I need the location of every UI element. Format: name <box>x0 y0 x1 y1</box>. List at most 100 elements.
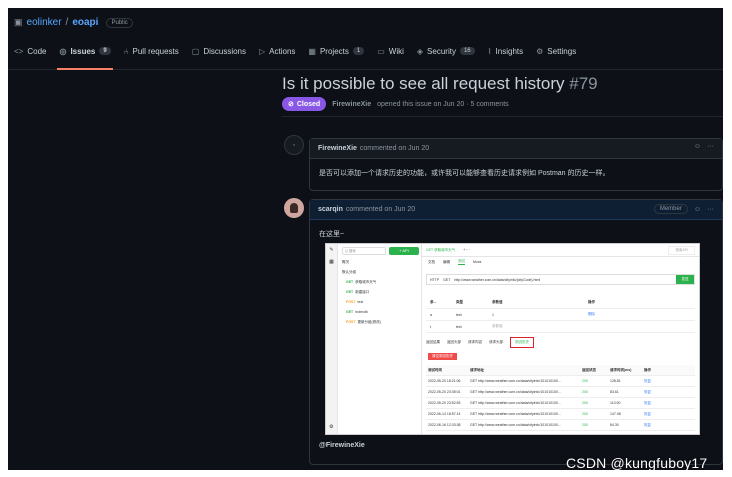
app-history-row: 2022-05-20 18:21:06 GET http://www.weathe… <box>426 376 695 387</box>
app-history-cell: GET http://www.weather.com.cn/data/cityi… <box>470 423 561 427</box>
app-subtab: 文档 <box>428 259 435 264</box>
comment-time[interactable]: commented on Jun 20 <box>346 206 415 213</box>
watermark: CSDN @kungfuboy17 <box>566 455 708 470</box>
app-subtabs: 文档 编辑 测试 Mock <box>422 257 699 267</box>
issue-state-label: Closed <box>296 100 321 108</box>
tab-label: Security <box>427 46 456 56</box>
avatar-firewinexie[interactable]: ◦ <box>284 135 304 155</box>
tab-icon: ⚙ <box>536 46 544 56</box>
tab-security[interactable]: ◈ Security 16 <box>417 44 475 58</box>
app-main-panel: GET 获取城市天气 + ··· 搜索API 文档 编辑 测试 Mock HTTP GET… <box>422 244 699 434</box>
issue-title-text: Is it possible to see all request histor… <box>282 74 565 93</box>
tab-label: Discussions <box>203 46 247 56</box>
emoji-reaction-icon[interactable]: ☺ <box>694 143 701 150</box>
more-options-icon[interactable]: ··· <box>707 143 714 150</box>
app-param-cell: 参数值 <box>492 324 503 328</box>
app-history-cell: GET http://www.weather.com.cn/data/cityi… <box>470 401 561 405</box>
app-param-row: a text 1 删除 <box>426 309 695 321</box>
app-result-tab: 测试历史 <box>510 337 534 348</box>
app-history-cell: 200 <box>582 379 588 383</box>
comment-body: 是否可以添加一个请求历史的功能，或许我可以能够查看历史请求例如 Postman … <box>319 170 610 177</box>
comment-header: FirewineXie commented on Jun 20 ☺ ··· <box>310 139 722 159</box>
app-history-cell: 恢复 <box>644 389 651 394</box>
tab-actions[interactable]: ▷ Actions <box>259 44 295 58</box>
tab-label: Insights <box>495 46 524 56</box>
app-param-header-cell: 操作 <box>588 300 595 304</box>
app-tab-bar: GET 获取城市天气 + ··· 搜索API <box>422 244 699 257</box>
comment-mention[interactable]: @FirewineXie <box>319 442 365 449</box>
tab-wiki[interactable]: ▭ Wiki <box>377 44 404 58</box>
repo-icon: ▣ <box>14 17 23 27</box>
tab-label: Settings <box>547 46 577 56</box>
app-history-cell: GET http://www.weather.com.cn/data/cityi… <box>470 412 561 416</box>
tab-icon: ▢ <box>191 46 200 56</box>
emoji-reaction-icon[interactable]: ☺ <box>694 206 701 213</box>
app-tree-label: 概况 <box>342 260 349 264</box>
app-url: http://www.weather.com.cn/data/cityinfo/… <box>454 277 541 282</box>
app-history-header-cell: 返回状态 <box>582 367 596 372</box>
app-method-tag: GET <box>346 290 354 294</box>
app-history-row: 2022-06-14 18:57:14 GET http://www.weathe… <box>426 409 695 420</box>
repo-separator: / <box>65 17 69 28</box>
tab-icon: ◈ <box>416 46 424 56</box>
tab-issues[interactable]: ◎ Issues 9 <box>57 44 113 70</box>
app-param-cell: 删除 <box>588 312 595 316</box>
comment-actions: Member ☺ ··· <box>653 204 714 214</box>
tab-label: Actions <box>269 46 296 56</box>
tab-count: 16 <box>459 47 475 55</box>
repo-owner-link[interactable]: eolinker <box>27 17 62 28</box>
app-tree-item: GET Indexdb <box>346 310 368 314</box>
more-options-icon[interactable]: ··· <box>707 206 714 213</box>
app-param-row: t text 参数值 <box>426 321 695 333</box>
app-tree-item: GET 新建接口 <box>346 290 369 295</box>
app-history-cell: 恢复 <box>644 411 651 416</box>
app-method-tag: GET <box>346 310 354 314</box>
app-history-cell: 200 <box>582 423 588 427</box>
app-result-tab: 请求内容 <box>468 340 482 344</box>
comment-actions: ☺ ··· <box>694 143 714 150</box>
app-history-cell: 2022-06-16 12:33:38 <box>428 423 461 427</box>
app-method-tag: POST <box>346 300 356 304</box>
app-history-row: 2022-05-20 23:35:01 GET http://www.weathe… <box>426 387 695 398</box>
tab-icon: ▭ <box>377 46 385 56</box>
app-result-tab: 请求头部 <box>489 340 503 344</box>
tab-discussions[interactable]: ▢ Discussions <box>192 44 246 58</box>
tab-insights[interactable]: ⌇ Insights <box>488 44 523 58</box>
app-subtab: 编辑 <box>443 259 450 264</box>
comment-time[interactable]: commented on Jun 20 <box>360 145 429 152</box>
repo-title: ▣ eolinker / eoapi Public <box>14 17 133 28</box>
app-grid-icon: ▦ <box>329 259 334 265</box>
app-params-table: 参... 类型 参数值 操作 a text 1 删除 t text 参数值 <box>426 297 695 333</box>
tab-pull-requests[interactable]: ⑃ Pull requests <box>124 44 179 58</box>
app-history-header-cell: 请求时间(ms) <box>610 367 632 372</box>
app-open-tab: GET 获取城市天气 <box>426 247 456 252</box>
tab-settings[interactable]: ⚙ Settings <box>536 44 576 58</box>
app-param-header-cell: 类型 <box>456 300 463 304</box>
avatar-placeholder-icon: ◦ <box>292 141 296 149</box>
app-history-cell: 200 <box>582 412 588 416</box>
app-protocol: HTTP <box>430 277 440 282</box>
issue-author-link[interactable]: FirewineXie <box>332 101 371 108</box>
comment-author-link[interactable]: FirewineXie <box>318 145 357 152</box>
app-param-cell: text <box>456 324 462 329</box>
app-tree-item: 概况 <box>342 260 349 265</box>
app-method-tag: GET <box>346 280 354 284</box>
app-search-input: Q 搜索 <box>342 247 386 255</box>
tab-label: Code <box>27 46 47 56</box>
app-history-cell: 恢复 <box>644 378 651 383</box>
repo-name-link[interactable]: eoapi <box>72 17 98 28</box>
app-add-api-button: + API <box>389 247 419 255</box>
app-history-cell: 2022-06-14 18:57:14 <box>428 412 461 416</box>
app-history-header-cell: 请求地址 <box>470 367 484 372</box>
app-wrench-icon: ✎ <box>329 247 334 253</box>
avatar-scarqin[interactable] <box>284 198 304 218</box>
app-history-header: 测试时间 请求地址 返回状态 请求时间(ms) 操作 <box>426 365 695 376</box>
tab-projects[interactable]: ▦ Projects 1 <box>308 44 365 58</box>
tab-code[interactable]: <> Code <box>14 44 46 58</box>
app-history-header-cell: 测试时间 <box>428 367 442 372</box>
app-history-cell: 2022-05-20 23:35:01 <box>428 390 461 394</box>
app-tree-label: 默认分组 <box>342 270 356 274</box>
comment-author-link[interactable]: scarqin <box>318 206 343 213</box>
app-left-rail: ✎ ▦ ⚙ <box>326 244 338 434</box>
comment-box: scarqin commented on Jun 20 Member ☺ ··· 在… <box>309 199 723 465</box>
